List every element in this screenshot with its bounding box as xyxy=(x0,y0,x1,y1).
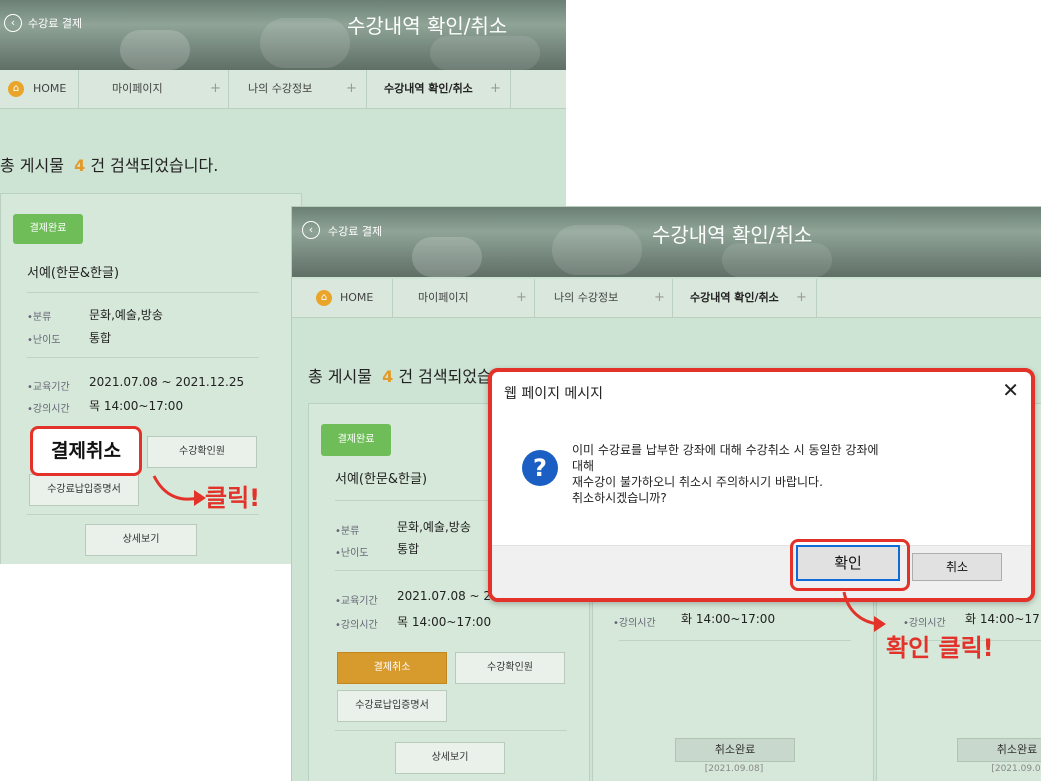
level-value: 통합 xyxy=(397,542,420,556)
cancel-date: [2021.09.08] xyxy=(704,764,764,774)
breadcrumb-mypage[interactable]: 마이페이지 xyxy=(418,279,469,317)
annotation-click-label: 클릭! xyxy=(205,484,261,512)
result-count-text: 총 게시물 4 건 검색되었습니다. xyxy=(0,156,219,175)
breadcrumb: ⌂ HOME 마이페이지 + 나의 수강정보 + 수강내역 확인/취소 + xyxy=(0,70,566,109)
category-value: 문화,예술,방송 xyxy=(89,308,163,322)
breadcrumb-plus-icon[interactable]: + xyxy=(490,70,501,108)
back-label[interactable]: 수강료 결제 xyxy=(328,223,382,239)
breadcrumb-my-course-info[interactable]: 나의 수강정보 xyxy=(554,279,618,317)
result-count: 4 xyxy=(74,156,86,175)
page-header: ‹ 수강료 결제 수강내역 확인/취소 xyxy=(292,207,1041,277)
breadcrumb-home[interactable]: HOME xyxy=(340,279,373,317)
course-title: 서예(한문&한글) xyxy=(27,266,120,281)
breadcrumb: ⌂ HOME 마이페이지 + 나의 수강정보 + 수강내역 확인/취소 + xyxy=(292,279,1041,318)
cancel-payment-button[interactable]: 결제취소 xyxy=(337,652,447,684)
breadcrumb-plus-icon[interactable]: + xyxy=(346,70,357,108)
payment-cert-button[interactable]: 수강료납입증명서 xyxy=(337,690,447,722)
close-icon[interactable]: ✕ xyxy=(1002,378,1019,402)
annotation-arrow-icon xyxy=(842,591,886,632)
result-count: 4 xyxy=(382,367,394,386)
breadcrumb-current[interactable]: 수강내역 확인/취소 xyxy=(690,279,779,317)
enroll-confirm-button[interactable]: 수강확인원 xyxy=(455,652,565,684)
breadcrumb-plus-icon[interactable]: + xyxy=(654,279,665,317)
breadcrumb-my-course-info[interactable]: 나의 수강정보 xyxy=(248,70,312,108)
question-icon: ? xyxy=(522,450,558,486)
time-value: 화 14:00~17:00 xyxy=(681,612,776,626)
period-value: 2021.07.08 ~ 2021.12.25 xyxy=(89,375,245,389)
breadcrumb-plus-icon[interactable]: + xyxy=(210,70,221,108)
breadcrumb-plus-icon[interactable]: + xyxy=(796,279,807,317)
dialog-title: 웹 페이지 메시지 xyxy=(504,386,604,402)
status-badge: 결제완료 xyxy=(321,424,391,456)
detail-button[interactable]: 상세보기 xyxy=(85,524,197,556)
page-header: ‹ 수강료 결제 수강내역 확인/취소 xyxy=(0,0,566,70)
detail-button[interactable]: 상세보기 xyxy=(395,742,505,774)
cancel-complete-badge: 취소완료 xyxy=(957,738,1041,762)
annotation-confirm-click-label: 확인 클릭! xyxy=(886,634,994,662)
back-arrow-icon[interactable]: ‹ xyxy=(302,221,320,239)
time-value: 목 14:00~17:00 xyxy=(397,615,492,629)
payment-cert-button[interactable]: 수강료납입증명서 xyxy=(29,474,139,506)
breadcrumb-mypage[interactable]: 마이페이지 xyxy=(112,70,163,108)
cancel-button[interactable]: 취소 xyxy=(912,553,1002,581)
breadcrumb-plus-icon[interactable]: + xyxy=(516,279,527,317)
status-badge: 결제완료 xyxy=(13,214,83,244)
level-value: 통합 xyxy=(89,331,112,345)
time-value: 목 14:00~17:00 xyxy=(89,399,184,413)
back-label[interactable]: 수강료 결제 xyxy=(28,15,82,31)
page-title: 수강내역 확인/취소 xyxy=(347,14,508,38)
page-title: 수강내역 확인/취소 xyxy=(652,223,813,247)
breadcrumb-home[interactable]: HOME xyxy=(33,70,66,108)
course-title: 서예(한문&한글) xyxy=(335,472,428,487)
home-icon[interactable]: ⌂ xyxy=(8,81,24,97)
breadcrumb-current[interactable]: 수강내역 확인/취소 xyxy=(384,70,473,108)
home-icon[interactable]: ⌂ xyxy=(316,290,332,306)
cancel-complete-badge: 취소완료 xyxy=(675,738,795,762)
category-value: 문화,예술,방송 xyxy=(397,520,471,534)
back-arrow-icon[interactable]: ‹ xyxy=(4,14,22,32)
enroll-confirm-button[interactable]: 수강확인원 xyxy=(147,436,257,468)
cancel-payment-button-highlighted[interactable]: 결제취소 xyxy=(30,426,142,476)
annotation-arrow-icon xyxy=(152,475,206,506)
ok-button[interactable]: 확인 xyxy=(796,545,900,581)
dialog-message: 이미 수강료를 납부한 강좌에 대해 수강취소 시 동일한 강좌에 대해 재수강… xyxy=(572,443,879,505)
cancel-date: [2021.09.0 xyxy=(991,764,1041,774)
time-value: 화 14:00~17:00 xyxy=(965,612,1041,626)
